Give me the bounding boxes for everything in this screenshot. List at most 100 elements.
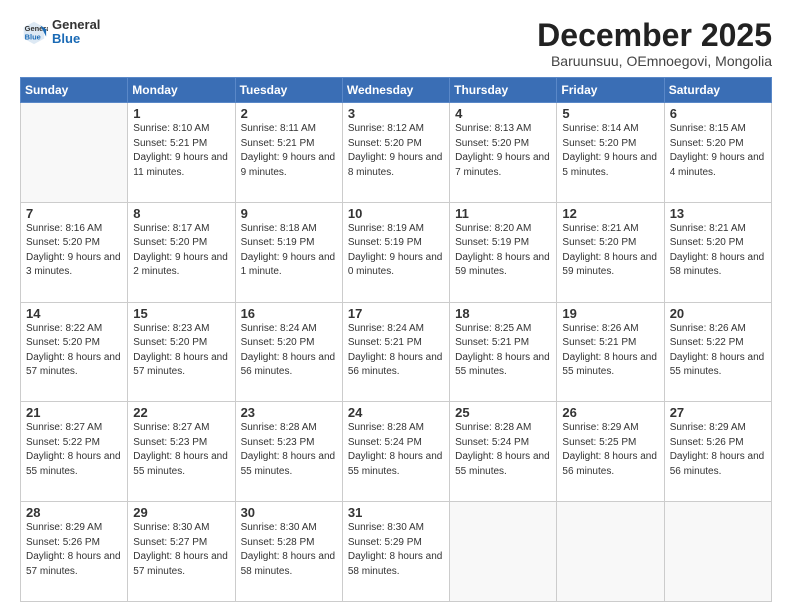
day-info-25: Sunrise: 8:28 AMSunset: 5:24 PMDaylight:… bbox=[455, 421, 551, 479]
logo-text: General Blue bbox=[52, 18, 100, 47]
col-sunday: Sunday bbox=[21, 78, 128, 103]
day-info-20: Sunrise: 8:26 AMSunset: 5:22 PMDaylight:… bbox=[670, 322, 766, 380]
day-info-22: Sunrise: 8:27 AMSunset: 5:23 PMDaylight:… bbox=[133, 421, 229, 479]
cell-0-3: 3Sunrise: 8:12 AMSunset: 5:20 PMDaylight… bbox=[342, 103, 449, 203]
day-info-28: Sunrise: 8:29 AMSunset: 5:26 PMDaylight:… bbox=[26, 521, 122, 579]
col-monday: Monday bbox=[128, 78, 235, 103]
day-info-16: Sunrise: 8:24 AMSunset: 5:20 PMDaylight:… bbox=[241, 322, 337, 380]
cell-4-0: 28Sunrise: 8:29 AMSunset: 5:26 PMDayligh… bbox=[21, 502, 128, 602]
cell-2-2: 16Sunrise: 8:24 AMSunset: 5:20 PMDayligh… bbox=[235, 302, 342, 402]
day-info-1: Sunrise: 8:10 AMSunset: 5:21 PMDaylight:… bbox=[133, 122, 229, 180]
day-number-27: 27 bbox=[670, 405, 766, 420]
day-info-30: Sunrise: 8:30 AMSunset: 5:28 PMDaylight:… bbox=[241, 521, 337, 579]
svg-text:Blue: Blue bbox=[25, 33, 41, 42]
day-number-31: 31 bbox=[348, 505, 444, 520]
day-number-16: 16 bbox=[241, 306, 337, 321]
day-info-19: Sunrise: 8:26 AMSunset: 5:21 PMDaylight:… bbox=[562, 322, 658, 380]
cell-2-6: 20Sunrise: 8:26 AMSunset: 5:22 PMDayligh… bbox=[664, 302, 771, 402]
day-number-28: 28 bbox=[26, 505, 122, 520]
day-info-6: Sunrise: 8:15 AMSunset: 5:20 PMDaylight:… bbox=[670, 122, 766, 180]
header-row: Sunday Monday Tuesday Wednesday Thursday… bbox=[21, 78, 772, 103]
logo: General Blue General Blue bbox=[20, 18, 100, 47]
col-friday: Friday bbox=[557, 78, 664, 103]
day-number-7: 7 bbox=[26, 206, 122, 221]
cell-4-2: 30Sunrise: 8:30 AMSunset: 5:28 PMDayligh… bbox=[235, 502, 342, 602]
day-number-1: 1 bbox=[133, 106, 229, 121]
day-number-13: 13 bbox=[670, 206, 766, 221]
day-number-22: 22 bbox=[133, 405, 229, 420]
cell-2-4: 18Sunrise: 8:25 AMSunset: 5:21 PMDayligh… bbox=[450, 302, 557, 402]
logo-general-text: General bbox=[52, 18, 100, 32]
day-info-27: Sunrise: 8:29 AMSunset: 5:26 PMDaylight:… bbox=[670, 421, 766, 479]
day-info-10: Sunrise: 8:19 AMSunset: 5:19 PMDaylight:… bbox=[348, 222, 444, 280]
day-number-20: 20 bbox=[670, 306, 766, 321]
month-title: December 2025 bbox=[537, 18, 772, 53]
day-info-14: Sunrise: 8:22 AMSunset: 5:20 PMDaylight:… bbox=[26, 322, 122, 380]
day-number-26: 26 bbox=[562, 405, 658, 420]
day-number-30: 30 bbox=[241, 505, 337, 520]
day-number-5: 5 bbox=[562, 106, 658, 121]
day-info-18: Sunrise: 8:25 AMSunset: 5:21 PMDaylight:… bbox=[455, 322, 551, 380]
day-number-17: 17 bbox=[348, 306, 444, 321]
cell-4-6 bbox=[664, 502, 771, 602]
logo-blue-text: Blue bbox=[52, 32, 100, 46]
week-row-1: 7Sunrise: 8:16 AMSunset: 5:20 PMDaylight… bbox=[21, 202, 772, 302]
day-number-10: 10 bbox=[348, 206, 444, 221]
day-info-23: Sunrise: 8:28 AMSunset: 5:23 PMDaylight:… bbox=[241, 421, 337, 479]
day-number-24: 24 bbox=[348, 405, 444, 420]
cell-3-6: 27Sunrise: 8:29 AMSunset: 5:26 PMDayligh… bbox=[664, 402, 771, 502]
week-row-0: 1Sunrise: 8:10 AMSunset: 5:21 PMDaylight… bbox=[21, 103, 772, 203]
day-info-12: Sunrise: 8:21 AMSunset: 5:20 PMDaylight:… bbox=[562, 222, 658, 280]
col-tuesday: Tuesday bbox=[235, 78, 342, 103]
cell-4-1: 29Sunrise: 8:30 AMSunset: 5:27 PMDayligh… bbox=[128, 502, 235, 602]
calendar-header: Sunday Monday Tuesday Wednesday Thursday… bbox=[21, 78, 772, 103]
day-info-31: Sunrise: 8:30 AMSunset: 5:29 PMDaylight:… bbox=[348, 521, 444, 579]
cell-1-2: 9Sunrise: 8:18 AMSunset: 5:19 PMDaylight… bbox=[235, 202, 342, 302]
cell-3-0: 21Sunrise: 8:27 AMSunset: 5:22 PMDayligh… bbox=[21, 402, 128, 502]
cell-3-5: 26Sunrise: 8:29 AMSunset: 5:25 PMDayligh… bbox=[557, 402, 664, 502]
day-info-11: Sunrise: 8:20 AMSunset: 5:19 PMDaylight:… bbox=[455, 222, 551, 280]
day-info-21: Sunrise: 8:27 AMSunset: 5:22 PMDaylight:… bbox=[26, 421, 122, 479]
cell-3-3: 24Sunrise: 8:28 AMSunset: 5:24 PMDayligh… bbox=[342, 402, 449, 502]
day-info-24: Sunrise: 8:28 AMSunset: 5:24 PMDaylight:… bbox=[348, 421, 444, 479]
day-number-12: 12 bbox=[562, 206, 658, 221]
day-info-26: Sunrise: 8:29 AMSunset: 5:25 PMDaylight:… bbox=[562, 421, 658, 479]
cell-3-2: 23Sunrise: 8:28 AMSunset: 5:23 PMDayligh… bbox=[235, 402, 342, 502]
day-number-18: 18 bbox=[455, 306, 551, 321]
day-number-15: 15 bbox=[133, 306, 229, 321]
day-info-29: Sunrise: 8:30 AMSunset: 5:27 PMDaylight:… bbox=[133, 521, 229, 579]
calendar-body: 1Sunrise: 8:10 AMSunset: 5:21 PMDaylight… bbox=[21, 103, 772, 602]
logo-icon: General Blue bbox=[20, 18, 48, 46]
day-number-9: 9 bbox=[241, 206, 337, 221]
col-wednesday: Wednesday bbox=[342, 78, 449, 103]
day-number-11: 11 bbox=[455, 206, 551, 221]
week-row-3: 21Sunrise: 8:27 AMSunset: 5:22 PMDayligh… bbox=[21, 402, 772, 502]
title-block: December 2025 Baruunsuu, OEmnoegovi, Mon… bbox=[537, 18, 772, 69]
day-number-25: 25 bbox=[455, 405, 551, 420]
cell-4-5 bbox=[557, 502, 664, 602]
week-row-2: 14Sunrise: 8:22 AMSunset: 5:20 PMDayligh… bbox=[21, 302, 772, 402]
day-info-3: Sunrise: 8:12 AMSunset: 5:20 PMDaylight:… bbox=[348, 122, 444, 180]
page: General Blue General Blue December 2025 … bbox=[0, 0, 792, 612]
cell-1-4: 11Sunrise: 8:20 AMSunset: 5:19 PMDayligh… bbox=[450, 202, 557, 302]
header: General Blue General Blue December 2025 … bbox=[20, 18, 772, 69]
day-number-3: 3 bbox=[348, 106, 444, 121]
cell-1-0: 7Sunrise: 8:16 AMSunset: 5:20 PMDaylight… bbox=[21, 202, 128, 302]
cell-0-1: 1Sunrise: 8:10 AMSunset: 5:21 PMDaylight… bbox=[128, 103, 235, 203]
cell-0-4: 4Sunrise: 8:13 AMSunset: 5:20 PMDaylight… bbox=[450, 103, 557, 203]
day-number-19: 19 bbox=[562, 306, 658, 321]
day-number-2: 2 bbox=[241, 106, 337, 121]
col-saturday: Saturday bbox=[664, 78, 771, 103]
calendar-table: Sunday Monday Tuesday Wednesday Thursday… bbox=[20, 77, 772, 602]
cell-1-1: 8Sunrise: 8:17 AMSunset: 5:20 PMDaylight… bbox=[128, 202, 235, 302]
day-number-6: 6 bbox=[670, 106, 766, 121]
day-info-2: Sunrise: 8:11 AMSunset: 5:21 PMDaylight:… bbox=[241, 122, 337, 180]
cell-0-0 bbox=[21, 103, 128, 203]
day-info-15: Sunrise: 8:23 AMSunset: 5:20 PMDaylight:… bbox=[133, 322, 229, 380]
day-info-5: Sunrise: 8:14 AMSunset: 5:20 PMDaylight:… bbox=[562, 122, 658, 180]
cell-3-1: 22Sunrise: 8:27 AMSunset: 5:23 PMDayligh… bbox=[128, 402, 235, 502]
cell-0-2: 2Sunrise: 8:11 AMSunset: 5:21 PMDaylight… bbox=[235, 103, 342, 203]
cell-0-6: 6Sunrise: 8:15 AMSunset: 5:20 PMDaylight… bbox=[664, 103, 771, 203]
day-number-29: 29 bbox=[133, 505, 229, 520]
cell-0-5: 5Sunrise: 8:14 AMSunset: 5:20 PMDaylight… bbox=[557, 103, 664, 203]
